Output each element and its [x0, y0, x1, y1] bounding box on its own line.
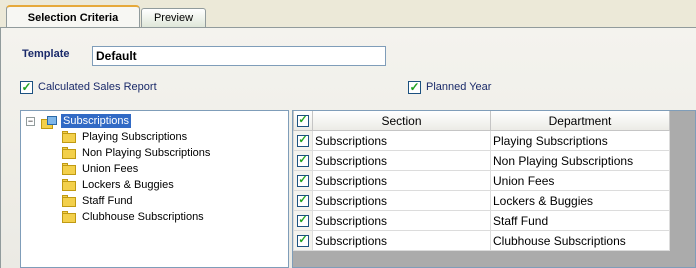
column-header-section[interactable]: Section	[312, 111, 491, 131]
department-cell[interactable]: Non Playing Subscriptions	[490, 150, 670, 171]
folder-icon	[62, 179, 76, 191]
folder-icon	[62, 211, 76, 223]
template-label: Template	[22, 48, 70, 60]
folder-icon	[62, 195, 76, 207]
tab-preview[interactable]: Preview	[141, 8, 206, 27]
tree-root-label[interactable]: Subscriptions	[61, 114, 132, 128]
department-cell[interactable]: Union Fees	[490, 170, 670, 191]
section-cell[interactable]: Subscriptions	[312, 130, 491, 151]
row-checkbox-cell[interactable]: ✓	[293, 170, 313, 191]
folder-icon	[62, 131, 76, 143]
tree-item-label[interactable]: Union Fees	[82, 161, 138, 177]
collapse-icon[interactable]: −	[26, 117, 35, 126]
row-checkbox-cell[interactable]: ✓	[293, 150, 313, 171]
checkmark-icon: ✓	[298, 234, 308, 247]
checkmark-icon: ✓	[298, 174, 308, 187]
table-row[interactable]: ✓ Subscriptions Staff Fund	[293, 210, 670, 231]
calculated-sales-report-checkbox[interactable]: ✓	[20, 80, 33, 94]
row-checkbox-cell[interactable]: ✓	[293, 230, 313, 251]
table-row[interactable]: ✓ Subscriptions Clubhouse Subscriptions	[293, 230, 670, 251]
row-checkbox[interactable]: ✓	[297, 154, 309, 168]
department-tree[interactable]: − Subscriptions Playing Subscriptions No…	[20, 110, 289, 268]
checkmark-icon: ✓	[298, 214, 308, 227]
tree-item-label[interactable]: Non Playing Subscriptions	[82, 145, 210, 161]
department-cell[interactable]: Playing Subscriptions	[490, 130, 670, 151]
row-checkbox-cell[interactable]: ✓	[293, 210, 313, 231]
row-checkbox-cell[interactable]: ✓	[293, 190, 313, 211]
department-grid[interactable]: ✓ Section Department ✓ Subscriptions Pla…	[292, 110, 696, 268]
planned-year-checkbox[interactable]: ✓	[408, 80, 421, 94]
calculated-sales-report-label: Calculated Sales Report	[38, 81, 157, 93]
checkmark-icon: ✓	[409, 80, 420, 94]
template-input[interactable]	[92, 46, 386, 66]
row-checkbox-cell[interactable]: ✓	[293, 130, 313, 151]
select-all-cell[interactable]: ✓	[293, 111, 313, 131]
checkmark-icon: ✓	[298, 194, 308, 207]
tree-item-label[interactable]: Clubhouse Subscriptions	[82, 209, 204, 225]
checkmark-icon: ✓	[21, 80, 32, 94]
row-checkbox[interactable]: ✓	[297, 194, 309, 208]
grid-header-row: ✓ Section Department	[293, 111, 670, 131]
checkmark-icon: ✓	[298, 134, 308, 147]
table-row[interactable]: ✓ Subscriptions Playing Subscriptions	[293, 130, 670, 151]
row-checkbox[interactable]: ✓	[297, 234, 309, 248]
tab-strip: Selection Criteria Preview	[0, 0, 696, 28]
table-row[interactable]: ✓ Subscriptions Non Playing Subscription…	[293, 150, 670, 171]
row-checkbox[interactable]: ✓	[297, 214, 309, 228]
planned-year-label: Planned Year	[426, 81, 492, 93]
section-cell[interactable]: Subscriptions	[312, 230, 491, 251]
table-row[interactable]: ✓ Subscriptions Lockers & Buggies	[293, 190, 670, 211]
folder-icon	[62, 163, 76, 175]
department-cell[interactable]: Staff Fund	[490, 210, 670, 231]
tree-item-label[interactable]: Playing Subscriptions	[82, 129, 187, 145]
tree-root-node[interactable]: − Subscriptions	[21, 113, 281, 129]
checkmark-icon: ✓	[298, 114, 308, 127]
column-header-department[interactable]: Department	[490, 111, 670, 131]
department-cell[interactable]: Clubhouse Subscriptions	[490, 230, 670, 251]
section-cell[interactable]: Subscriptions	[312, 190, 491, 211]
folder-tree-icon	[41, 116, 58, 129]
row-checkbox[interactable]: ✓	[297, 174, 309, 188]
tab-selection-criteria[interactable]: Selection Criteria	[6, 5, 140, 28]
checkmark-icon: ✓	[298, 154, 308, 167]
department-cell[interactable]: Lockers & Buggies	[490, 190, 670, 211]
section-cell[interactable]: Subscriptions	[312, 170, 491, 191]
select-all-checkbox[interactable]: ✓	[297, 114, 309, 128]
tree-item-label[interactable]: Lockers & Buggies	[82, 177, 174, 193]
department-table: ✓ Section Department ✓ Subscriptions Pla…	[293, 111, 670, 251]
section-cell[interactable]: Subscriptions	[312, 210, 491, 231]
tree-item-label[interactable]: Staff Fund	[82, 193, 133, 209]
folder-icon	[62, 147, 76, 159]
section-cell[interactable]: Subscriptions	[312, 150, 491, 171]
table-row[interactable]: ✓ Subscriptions Union Fees	[293, 170, 670, 191]
row-checkbox[interactable]: ✓	[297, 134, 309, 148]
